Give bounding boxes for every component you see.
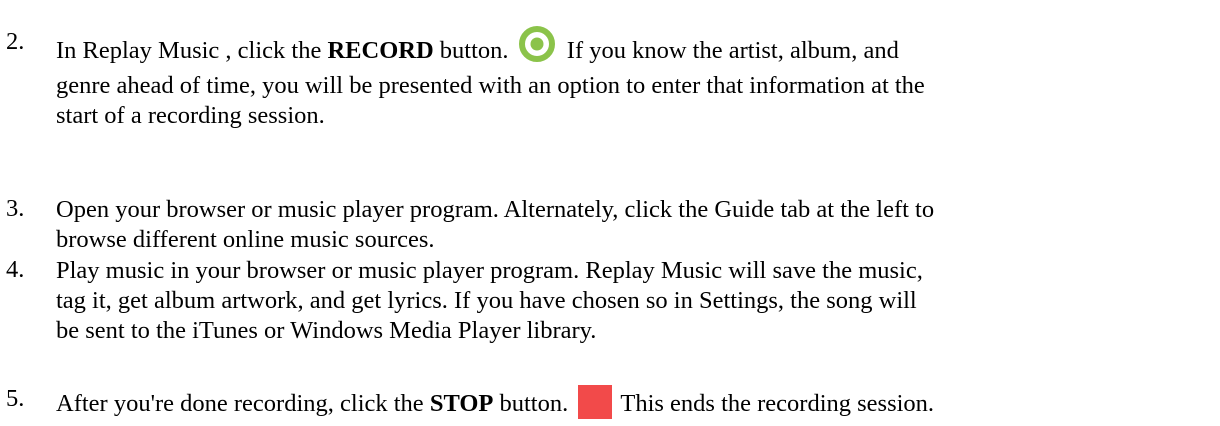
step-line: genre ahead of time, you will be present… [56, 72, 925, 99]
step-number: 5. [6, 385, 25, 412]
step-text: In Replay Music , click the RECORD butto… [56, 24, 1216, 131]
step-line: Play music in your browser or music play… [56, 257, 923, 284]
step-line: In Replay Music , click the RECORD butto… [56, 24, 1216, 71]
record-label: RECORD [327, 37, 434, 64]
step-line: Open your browser or music player progra… [56, 196, 935, 223]
step-number: 4. [6, 256, 25, 283]
step-line: After you're done recording, click the S… [56, 385, 1216, 419]
step-line: tag it, get album artwork, and get lyric… [56, 287, 917, 314]
step-text: Open your browser or music player progra… [56, 195, 1216, 255]
step-number: 2. [6, 28, 25, 55]
step-text: After you're done recording, click the S… [56, 385, 1216, 419]
step-line: browse different online music sources. [56, 226, 435, 253]
stop-button-icon[interactable] [578, 385, 613, 419]
step-number: 3. [6, 195, 25, 222]
record-button-icon[interactable] [517, 24, 557, 64]
stop-label: STOP [429, 390, 494, 417]
step-text: Play music in your browser or music play… [56, 256, 1216, 346]
step-line: be sent to the iTunes or Windows Media P… [56, 317, 597, 344]
step-line: start of a recording session. [56, 102, 325, 129]
